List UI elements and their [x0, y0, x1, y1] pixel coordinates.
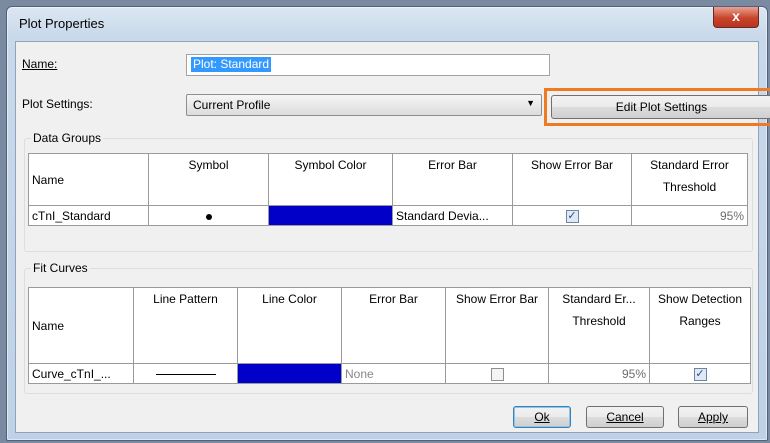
show-error-bar-cell: ✓ — [512, 205, 632, 226]
col-name: Name — [28, 153, 149, 206]
line-pattern-cell[interactable] — [133, 363, 238, 384]
dialog-body: Name: Plot: Standard Plot Settings: Curr… — [15, 41, 770, 433]
plot-settings-value: Current Profile — [193, 98, 271, 112]
col-name: Name — [28, 287, 134, 364]
plot-settings-label: Plot Settings: — [22, 97, 93, 111]
col-show-detection-ranges-text: Show Detection Ranges — [657, 292, 743, 328]
show-detection-ranges-cell: ✓ — [649, 363, 751, 384]
data-groups-title: Data Groups — [31, 131, 104, 145]
solid-line-icon — [155, 373, 216, 375]
cancel-button[interactable]: Cancel — [586, 406, 664, 428]
symbol-color-swatch[interactable] — [268, 205, 393, 226]
col-standard-error-threshold-text: Standard Error Threshold — [650, 158, 729, 194]
plot-settings-label-text: Plot Settings: — [22, 97, 93, 111]
apply-label: Apply — [697, 410, 729, 424]
window-title: Plot Properties — [19, 16, 105, 31]
symbol-cell[interactable] — [148, 205, 269, 226]
fit-curves-title: Fit Curves — [31, 261, 90, 275]
apply-button[interactable]: Apply — [678, 406, 748, 428]
edit-plot-settings-button[interactable]: Edit Plot Settings — [551, 95, 770, 119]
close-button[interactable]: x — [713, 7, 759, 28]
show-detection-ranges-checkbox[interactable]: ✓ — [693, 367, 707, 381]
col-show-detection-ranges: Show Detection Ranges — [649, 287, 751, 364]
data-groups-table: Name Symbol Symbol Color Error Bar Show … — [28, 153, 748, 226]
title-bar[interactable]: Plot Properties x — [7, 7, 767, 41]
fit-curves-section: Fit Curves Name Line Pattern Line Color … — [24, 261, 753, 394]
error-bar-cell[interactable]: Standard Devia... — [392, 205, 513, 226]
col-standard-error-threshold: Standard Error Threshold — [631, 153, 748, 206]
col-show-error-bar: Show Error Bar — [445, 287, 549, 364]
error-bar-cell[interactable]: None — [341, 363, 446, 384]
data-groups-section: Data Groups Name Symbol Symbol Color Err… — [24, 131, 753, 252]
col-error-bar: Error Bar — [341, 287, 446, 364]
chevron-down-icon[interactable]: ▼ — [526, 98, 535, 108]
name-input[interactable]: Plot: Standard — [186, 54, 550, 76]
col-error-bar: Error Bar — [392, 153, 513, 206]
ok-label: Ok — [534, 410, 550, 424]
col-standard-error-threshold: Standard Er... Threshold — [548, 287, 650, 364]
plot-properties-dialog: Plot Properties x Name: Plot: Standard P… — [6, 6, 770, 441]
curve-name-cell[interactable]: Curve_cTnI_... — [28, 363, 134, 384]
threshold-cell[interactable]: 95% — [548, 363, 650, 384]
fit-curves-table: Name Line Pattern Line Color Error Bar S… — [28, 287, 751, 384]
group-name-cell[interactable]: cTnI_Standard — [28, 205, 149, 226]
col-line-color: Line Color — [237, 287, 342, 364]
col-symbol-color: Symbol Color — [268, 153, 393, 206]
plot-settings-select[interactable]: Current Profile ▼ — [186, 94, 542, 116]
name-label: Name: — [22, 57, 58, 71]
col-line-pattern: Line Pattern — [133, 287, 238, 364]
show-error-bar-cell — [445, 363, 549, 384]
col-show-error-bar: Show Error Bar — [512, 153, 632, 206]
table-row[interactable]: Curve_cTnI_... None 95% ✓ — [28, 363, 751, 384]
show-error-bar-checkbox[interactable] — [490, 367, 504, 381]
line-color-swatch[interactable] — [237, 363, 342, 384]
close-icon[interactable]: x — [732, 8, 740, 24]
dot-symbol-icon — [205, 213, 212, 220]
name-value: Plot: Standard — [191, 57, 272, 72]
col-symbol: Symbol — [148, 153, 269, 206]
ok-button[interactable]: Ok — [513, 406, 571, 428]
threshold-cell[interactable]: 95% — [631, 205, 748, 226]
table-row[interactable]: cTnI_Standard Standard Devia... ✓ 95% — [28, 205, 748, 226]
col-standard-error-threshold-text: Standard Er... Threshold — [562, 292, 636, 328]
cancel-label: Cancel — [606, 410, 644, 424]
col-show-error-bar-text: Show Error Bar — [455, 292, 539, 306]
show-error-bar-checkbox[interactable]: ✓ — [565, 209, 579, 223]
